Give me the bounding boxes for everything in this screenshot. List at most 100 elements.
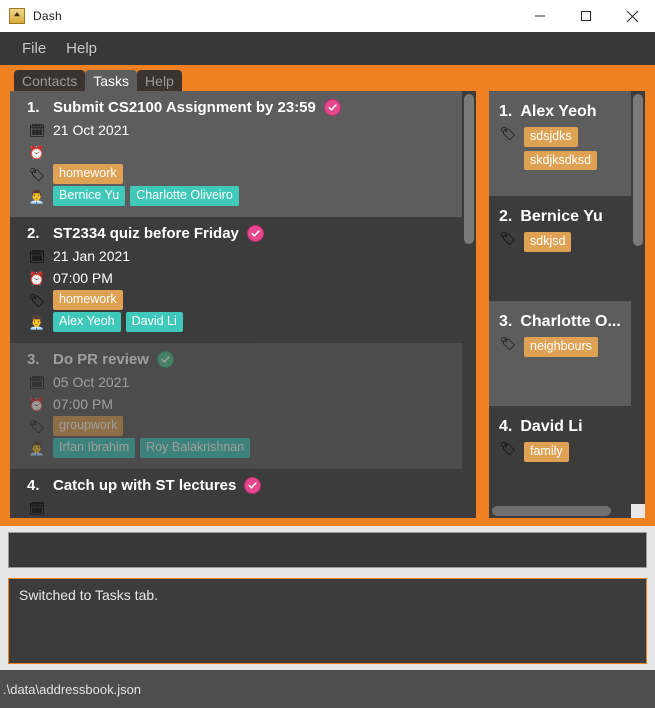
tag-chip[interactable]: family bbox=[524, 442, 569, 462]
task-card[interactable]: 2. ST2334 quiz before Friday 🗓 21 Jan 2021 ⏰… bbox=[10, 217, 462, 343]
task-card[interactable]: 4.Catch up with ST lectures🗓⏰🏷👨‍💼 bbox=[10, 469, 462, 518]
result-display-container: Switched to Tasks tab. bbox=[0, 574, 655, 670]
task-name: Catch up with ST lectures bbox=[53, 477, 237, 494]
command-input[interactable] bbox=[8, 532, 647, 568]
task-person-row: 👨‍💼 Bernice Yu Charlotte Oliveiro bbox=[28, 185, 452, 207]
menu-item-help[interactable]: Help bbox=[56, 36, 107, 61]
person-icon: 👨‍💼 bbox=[28, 314, 46, 330]
tag-chip[interactable]: sdsjdks bbox=[524, 127, 578, 147]
person-chip[interactable]: Roy Balakrishnan bbox=[140, 438, 251, 458]
tag-icon: 🏷 bbox=[28, 418, 46, 434]
task-title-row: 3. Do PR review bbox=[27, 351, 452, 368]
person-name: Alex Yeoh bbox=[520, 103, 597, 120]
person-icon: 👨‍💼 bbox=[28, 440, 46, 456]
task-card[interactable]: 3. Do PR review 🗓 05 Oct 2021 ⏰ 07:00 PM 🏷 grou… bbox=[10, 343, 462, 469]
tab-bar: Contacts Tasks Help bbox=[14, 69, 182, 91]
task-date-row: 🗓 05 Oct 2021 bbox=[28, 371, 452, 393]
person-tag-chips: family bbox=[524, 442, 574, 462]
result-message: Switched to Tasks tab. bbox=[19, 587, 159, 603]
minimize-button[interactable] bbox=[517, 0, 563, 32]
person-name: Bernice Yu bbox=[520, 208, 603, 225]
menu-item-file[interactable]: File bbox=[12, 36, 56, 61]
clock-icon: ⏰ bbox=[28, 396, 46, 412]
task-tag-row: 🏷 groupwork bbox=[28, 415, 452, 437]
tag-icon: 🏷 bbox=[499, 336, 517, 351]
tag-chip[interactable]: skdjksdksd bbox=[524, 150, 598, 171]
task-time-row: ⏰ 07:00 PM bbox=[28, 393, 452, 415]
tag-chip[interactable]: groupwork bbox=[53, 416, 124, 436]
clock-icon: ⏰ bbox=[28, 270, 46, 286]
task-name: Submit CS2100 Assignment by 23:59 bbox=[53, 99, 316, 116]
title-bar: Dash bbox=[0, 0, 655, 32]
person-title-row: 4. David Li bbox=[499, 418, 623, 436]
person-title-row: 2. Bernice Yu bbox=[499, 208, 623, 226]
task-tag-chips: groupwork bbox=[53, 416, 128, 436]
application-window: Dash File Help Contacts Tasks Help 1. Sub… bbox=[0, 0, 655, 708]
person-name: David Li bbox=[520, 418, 583, 435]
tag-chip[interactable]: sdkjsd bbox=[524, 232, 572, 252]
tag-icon: 🏷 bbox=[28, 292, 46, 308]
task-date: 21 Oct 2021 bbox=[53, 122, 130, 138]
person-card[interactable]: 2. Bernice Yu 🏷 sdkjsd bbox=[489, 196, 631, 301]
panels-container: 1. Submit CS2100 Assignment by 23:59 🗓 21 O… bbox=[10, 91, 645, 520]
tab-help[interactable]: Help bbox=[137, 70, 182, 91]
person-title-row: 1. Alex Yeoh bbox=[499, 103, 623, 121]
person-list-hscroll-thumb[interactable] bbox=[492, 506, 611, 516]
person-list-vertical-scrollbar[interactable] bbox=[631, 91, 645, 518]
person-card[interactable]: 3. Charlotte O... 🏷 neighbours bbox=[489, 301, 631, 406]
person-tag-row: 🏷 sdkjsd bbox=[499, 232, 623, 252]
menu-bar: File Help bbox=[0, 32, 655, 65]
task-person-chips: Irfan Ibrahim Roy Balakrishnan bbox=[53, 438, 255, 458]
close-button[interactable] bbox=[609, 0, 655, 32]
task-card[interactable]: 1. Submit CS2100 Assignment by 23:59 🗓 21 O… bbox=[10, 91, 462, 217]
tag-icon: 🏷 bbox=[499, 441, 517, 456]
task-person-row: 👨‍💼 Alex Yeoh David Li bbox=[28, 311, 452, 333]
task-done-badge bbox=[156, 351, 174, 368]
tab-contacts[interactable]: Contacts bbox=[14, 70, 86, 91]
tag-icon: 🏷 bbox=[28, 166, 46, 182]
status-bar: .\data\addressbook.json bbox=[0, 670, 655, 708]
calendar-icon: 🗓 bbox=[28, 248, 46, 264]
task-index: 3. bbox=[27, 351, 40, 368]
task-person-chips: Alex Yeoh David Li bbox=[53, 312, 188, 332]
task-index: 4. bbox=[27, 477, 40, 494]
task-list-vertical-scrollbar[interactable] bbox=[462, 91, 476, 518]
task-pending-badge bbox=[246, 225, 264, 242]
tag-icon: 🏷 bbox=[499, 126, 517, 141]
task-time-row: ⏰ bbox=[28, 141, 452, 163]
tab-tasks[interactable]: Tasks bbox=[85, 70, 138, 91]
task-time: 07:00 PM bbox=[53, 270, 113, 286]
status-save-location: .\data\addressbook.json bbox=[3, 681, 142, 697]
app-icon bbox=[9, 8, 25, 24]
calendar-icon: 🗓 bbox=[28, 122, 46, 138]
task-date: 05 Oct 2021 bbox=[53, 374, 130, 390]
task-pending-badge bbox=[244, 477, 262, 494]
person-chip[interactable]: David Li bbox=[125, 312, 183, 332]
calendar-icon: 🗓 bbox=[28, 374, 46, 390]
task-list-scroll-thumb[interactable] bbox=[464, 94, 474, 244]
tag-chip[interactable]: homework bbox=[53, 164, 123, 184]
person-chip[interactable]: Bernice Yu bbox=[53, 186, 126, 206]
tag-icon: 🏷 bbox=[499, 231, 517, 246]
person-list-horizontal-scrollbar[interactable] bbox=[489, 504, 631, 518]
task-index: 2. bbox=[27, 225, 40, 242]
person-chip[interactable]: Alex Yeoh bbox=[53, 312, 121, 332]
person-chip[interactable]: Charlotte Oliveiro bbox=[130, 186, 239, 206]
person-chip[interactable]: Irfan Ibrahim bbox=[53, 438, 136, 458]
tag-chip[interactable]: neighbours bbox=[524, 337, 598, 357]
task-tag-row: 🏷 homework bbox=[28, 289, 452, 311]
task-list[interactable]: 1. Submit CS2100 Assignment by 23:59 🗓 21 O… bbox=[10, 91, 462, 518]
person-card[interactable]: 4. David Li 🏷 family bbox=[489, 406, 631, 511]
task-tag-chips: homework bbox=[53, 290, 128, 310]
person-tag-chips: sdkjsd bbox=[524, 232, 576, 252]
task-title-row: 4. Catch up with ST lectures bbox=[27, 477, 452, 494]
tag-chip[interactable]: homework bbox=[53, 290, 123, 310]
person-index: 3. bbox=[499, 313, 513, 330]
task-person-chips: Bernice Yu Charlotte Oliveiro bbox=[53, 186, 244, 206]
person-list-scroll-thumb[interactable] bbox=[633, 94, 643, 246]
person-list[interactable]: 1. Alex Yeoh 🏷 sdsjdks skdjksdksd 2. Bernice Y… bbox=[489, 91, 631, 511]
task-date-row: 🗓 21 Jan 2021 bbox=[28, 245, 452, 267]
maximize-button[interactable] bbox=[563, 0, 609, 32]
task-date-row: 🗓 bbox=[28, 497, 452, 518]
person-card[interactable]: 1. Alex Yeoh 🏷 sdsjdks skdjksdksd bbox=[489, 91, 631, 196]
